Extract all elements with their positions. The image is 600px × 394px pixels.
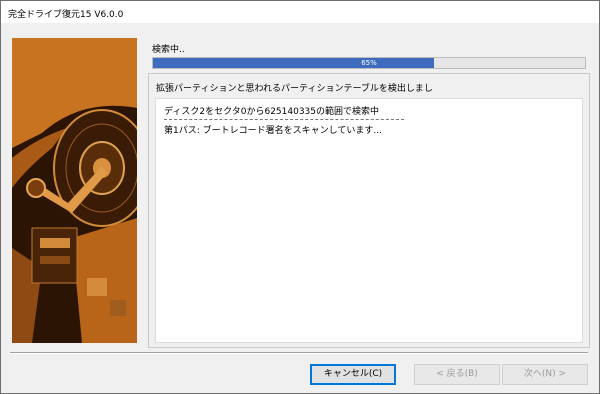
detection-group-title: 拡張パーティションと思われるパーティションテーブルを検出しまし (156, 84, 433, 94)
log-line: 第1パス: ブートレコード署名をスキャンしています... (164, 126, 382, 136)
hard-drive-illustration (12, 38, 137, 343)
title-bar[interactable]: 完全ドライブ復元15 V6.0.0 (1, 1, 599, 23)
log-separator (164, 119, 404, 120)
status-label: 検索中.. (152, 45, 185, 55)
scan-log[interactable]: ディスク2をセクタ0から625140335の範囲で検索中 第1パス: ブートレコ… (155, 98, 583, 343)
progress-bar: 65% (152, 57, 586, 69)
progress-percent-text: 65% (361, 59, 377, 67)
log-line: ディスク2をセクタ0から625140335の範囲で検索中 (164, 107, 379, 117)
hard-drive-image (12, 38, 137, 343)
detection-group: 拡張パーティションと思われるパーティションテーブルを検出しまし ディスク2をセク… (148, 73, 590, 348)
cancel-button[interactable]: キャンセル(C) (310, 364, 396, 385)
back-button[interactable]: < 戻る(B) (414, 364, 500, 385)
next-button[interactable]: 次へ(N) > (502, 364, 588, 385)
footer-divider (10, 352, 588, 354)
window-title: 完全ドライブ復元15 V6.0.0 (8, 10, 124, 20)
